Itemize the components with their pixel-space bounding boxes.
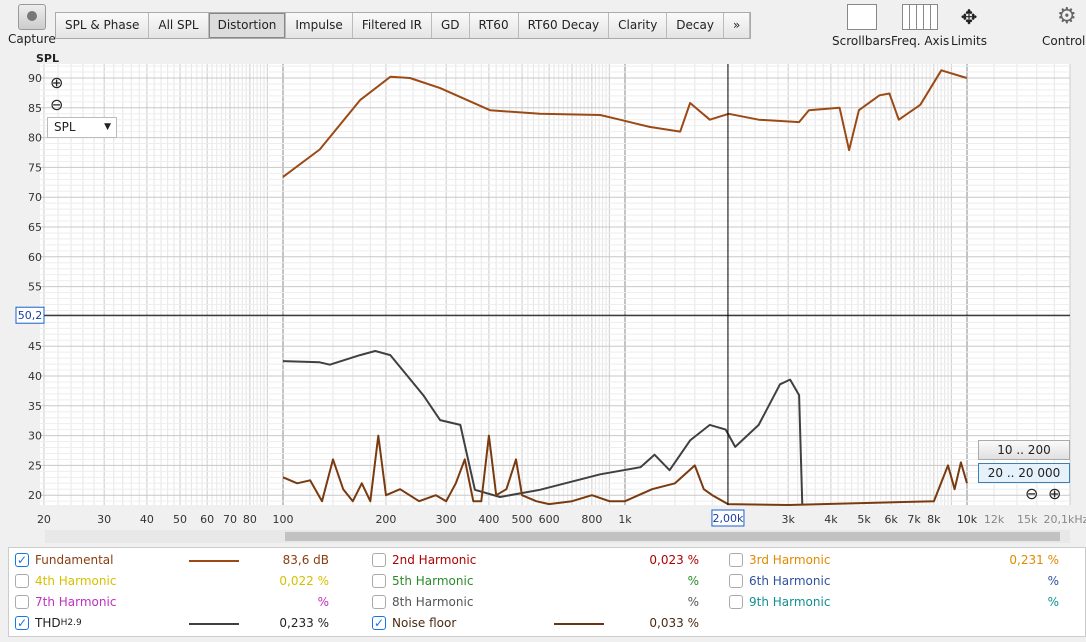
legend-item-6th-harmonic[interactable]: 6th Harmonic [729, 571, 830, 591]
legend-item-3rd-harmonic[interactable]: 3rd Harmonic [729, 550, 830, 570]
x-tick-label: 4k [824, 513, 838, 526]
legend-item-fundamental[interactable]: ✓ Fundamental [15, 550, 114, 570]
x-tick-label: 6k [884, 513, 898, 526]
checkbox[interactable] [372, 574, 386, 588]
legend-item-5th-harmonic[interactable]: 5th Harmonic [372, 571, 473, 591]
x-tick-label: 60 [200, 513, 214, 526]
horizontal-scrollbar[interactable] [45, 530, 1070, 543]
x-tick-label: 500 [512, 513, 533, 526]
cursor-x-readout: 2,00k [713, 512, 744, 525]
legend-line-swatch [189, 560, 239, 562]
x-tick-label: 80 [243, 513, 257, 526]
y-tick-label: 45 [28, 340, 42, 353]
checkbox[interactable] [729, 553, 743, 567]
checkbox[interactable] [729, 574, 743, 588]
checkbox[interactable]: ✓ [15, 616, 29, 630]
plot-area [40, 64, 1070, 505]
legend-panel: ✓ Fundamental 83,6 dB 2nd Harmonic 0,023 % 3r… [8, 547, 1086, 637]
legend-item-7th-harmonic[interactable]: 7th Harmonic [15, 592, 116, 612]
y-tick-label: 20 [28, 489, 42, 502]
legend-item-9th-harmonic[interactable]: 9th Harmonic [729, 592, 830, 612]
y-tick-label: 35 [28, 400, 42, 413]
x-tick-label: 400 [478, 513, 499, 526]
x-tick-label: 800 [581, 513, 602, 526]
x-tick-label: 1k [618, 513, 632, 526]
legend-value: 0,233 % [279, 616, 329, 630]
y-tick-label: 85 [28, 102, 42, 115]
legend-item-thd[interactable]: ✓ THD H2.9 [15, 613, 82, 633]
legend-value: 0,033 % [649, 616, 699, 630]
y-tick-label: 70 [28, 191, 42, 204]
checkbox[interactable] [729, 595, 743, 609]
x-zoom-out-icon[interactable]: ⊖ [1025, 484, 1038, 503]
zoom-in-icon[interactable]: ⊕ [50, 73, 63, 92]
y-tick-label: 55 [28, 281, 42, 294]
x-tick-label: 20,1kHz [1044, 513, 1086, 526]
x-tick-label: 40 [140, 513, 154, 526]
y-tick-label: 75 [28, 161, 42, 174]
x-tick-label: 200 [375, 513, 396, 526]
x-tick-label: 5k [857, 513, 871, 526]
x-tick-label: 70 [223, 513, 237, 526]
x-tick-label: 30 [97, 513, 111, 526]
legend-line-swatch [554, 623, 604, 625]
legend-value: 0,023 % [649, 553, 699, 567]
checkbox[interactable]: ✓ [372, 616, 386, 630]
y-tick-label: 40 [28, 370, 42, 383]
x-tick-label: 8k [927, 513, 941, 526]
checkbox[interactable] [372, 553, 386, 567]
y-tick-label: 25 [28, 459, 42, 472]
x-tick-label: 50 [173, 513, 187, 526]
checkbox[interactable] [15, 595, 29, 609]
y-tick-label: 65 [28, 221, 42, 234]
x-tick-label: 20 [37, 513, 51, 526]
x-tick-label: 100 [273, 513, 294, 526]
range-10-200-button[interactable]: 10 .. 200 [978, 440, 1070, 460]
legend-value: % [317, 595, 329, 609]
cursor-y-readout: 50,2 [18, 309, 43, 322]
y-tick-label: 60 [28, 251, 42, 264]
distortion-plot[interactable]: 90 85 80 75 70 65 60 55 45 40 35 30 25 20 20 30 40 50 60 70… [0, 0, 1086, 545]
legend-value: % [687, 574, 699, 588]
x-tick-label: 10k [957, 513, 978, 526]
legend-value: % [687, 595, 699, 609]
y-tick-label: 30 [28, 430, 42, 443]
legend-line-swatch [189, 623, 239, 625]
x-tick-label: 15k [1017, 513, 1038, 526]
legend-value: 0,022 % [279, 574, 329, 588]
legend-item-noise-floor[interactable]: ✓ Noise floor [372, 613, 456, 633]
range-20-20000-button[interactable]: 20 .. 20 000 [978, 463, 1070, 483]
y-tick-label: 80 [28, 132, 42, 145]
x-tick-label: 12k [984, 513, 1005, 526]
legend-item-8th-harmonic[interactable]: 8th Harmonic [372, 592, 473, 612]
spl-select[interactable]: SPL ▼ [47, 117, 117, 138]
x-tick-label: 7k [907, 513, 921, 526]
checkbox[interactable] [372, 595, 386, 609]
checkbox[interactable]: ✓ [15, 553, 29, 567]
y-axis-label: SPL [36, 52, 59, 65]
legend-item-4th-harmonic[interactable]: 4th Harmonic [15, 571, 116, 591]
x-tick-label: 300 [436, 513, 457, 526]
legend-value: 0,231 % [1009, 553, 1059, 567]
x-tick-label: 600 [539, 513, 560, 526]
zoom-out-icon[interactable]: ⊖ [50, 95, 63, 114]
legend-item-2nd-harmonic[interactable]: 2nd Harmonic [372, 550, 476, 570]
legend-value: % [1047, 574, 1059, 588]
legend-value: 83,6 dB [282, 553, 329, 567]
legend-value: % [1047, 595, 1059, 609]
checkbox[interactable] [15, 574, 29, 588]
x-zoom-in-icon[interactable]: ⊕ [1048, 484, 1061, 503]
chevron-down-icon: ▼ [104, 122, 111, 132]
y-tick-label: 90 [28, 72, 42, 85]
x-tick-label: 3k [781, 513, 795, 526]
